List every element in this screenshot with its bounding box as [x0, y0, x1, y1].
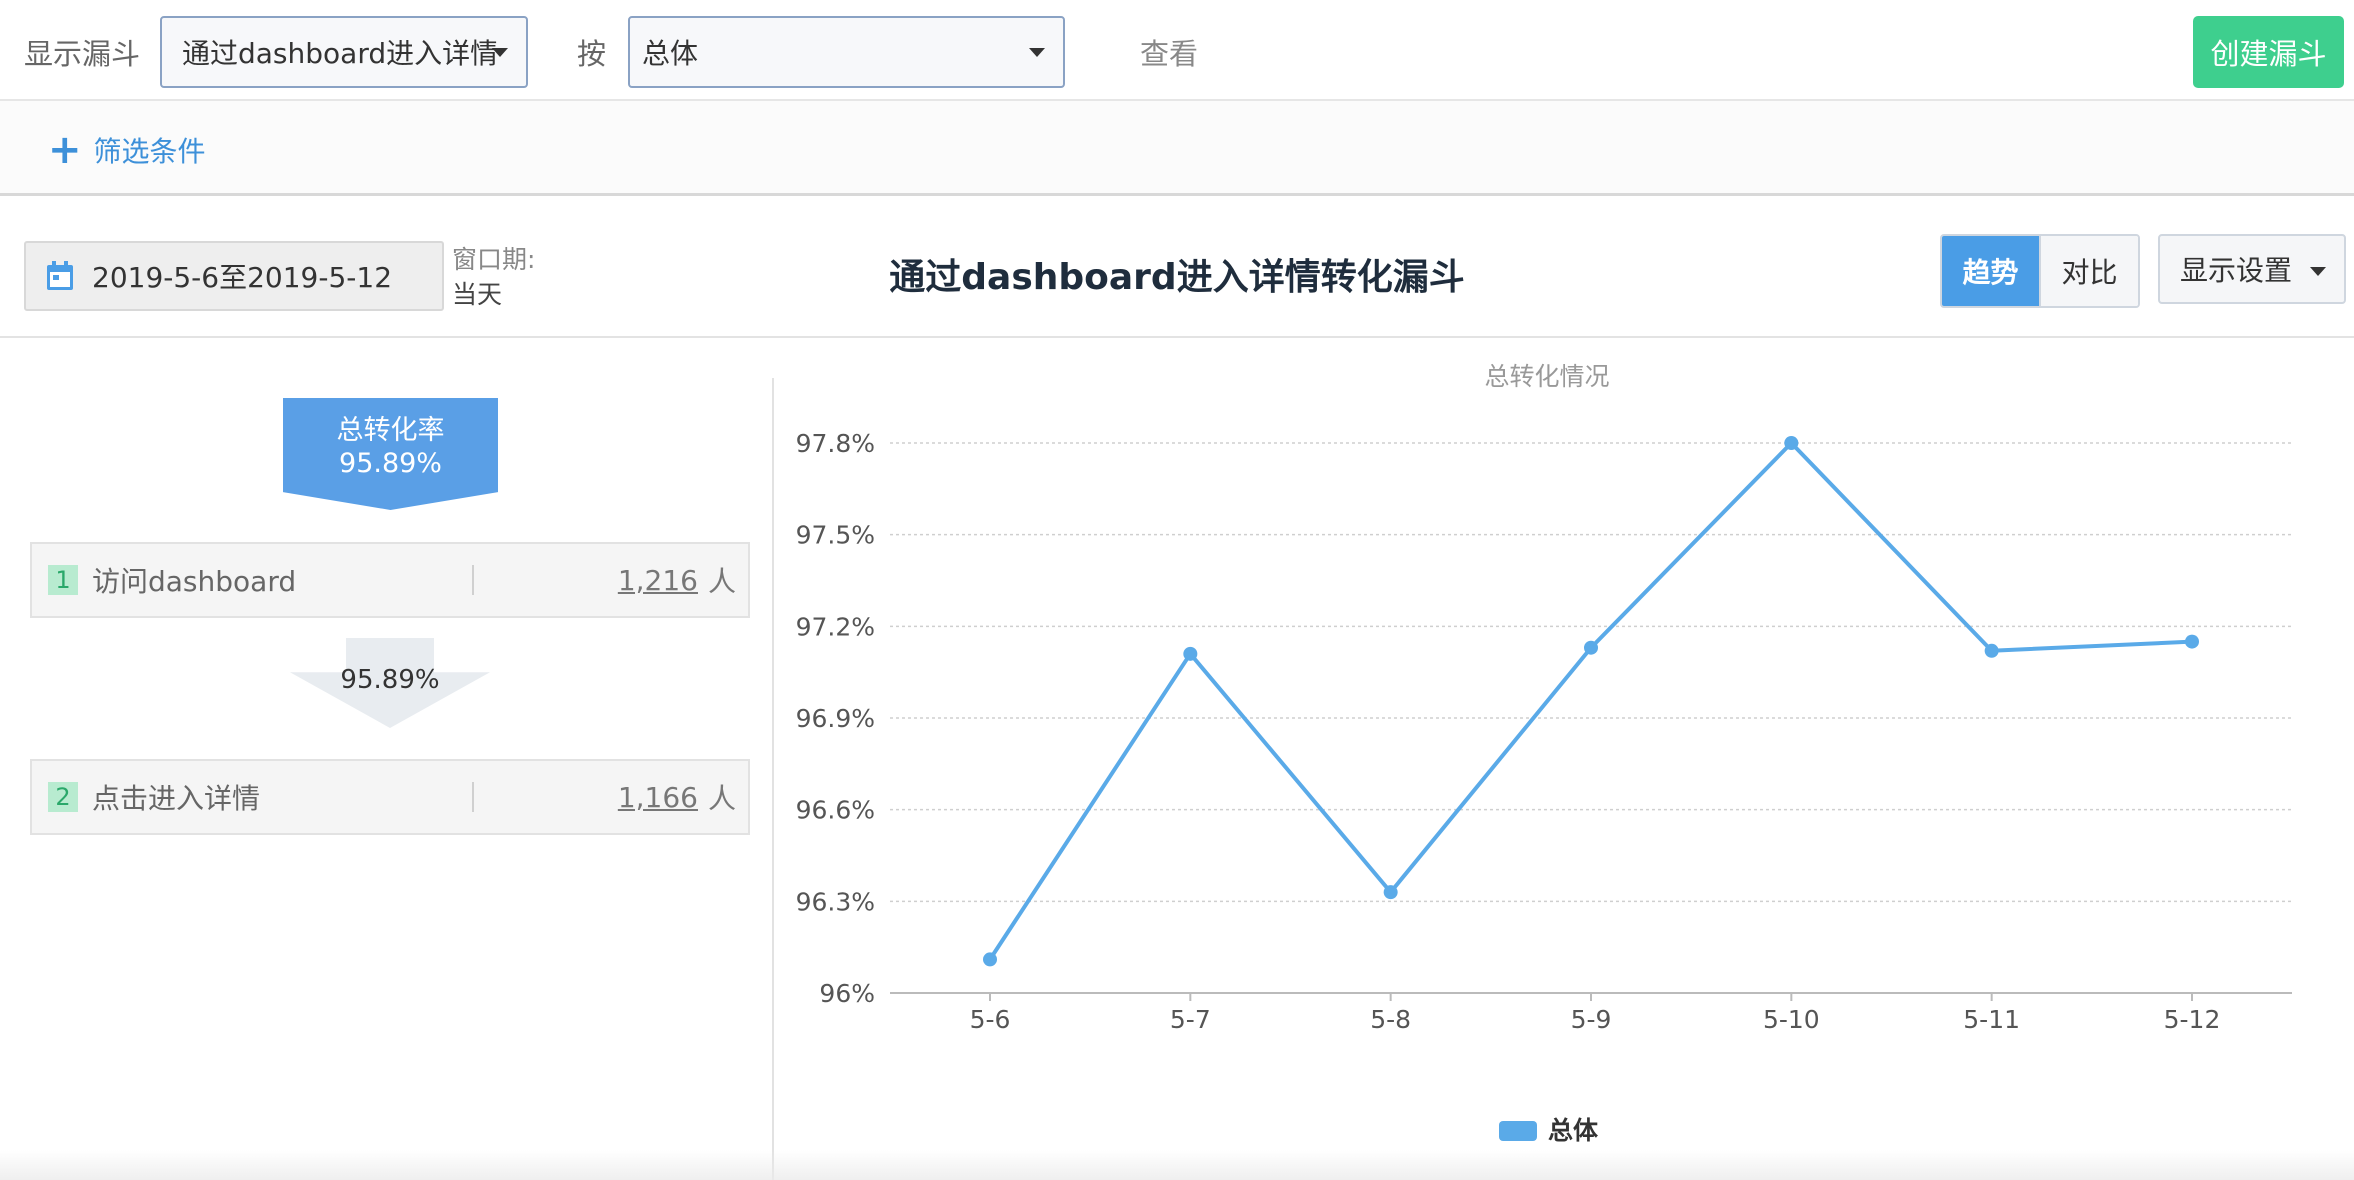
step-name: 访问dashboard: [92, 565, 297, 598]
chevron-down-icon: [1029, 48, 1045, 57]
legend-swatch: [1499, 1121, 1537, 1141]
report-toolbar: 2019-5-6至2019-5-12 窗口期: 当天 通过dashboard进入…: [0, 196, 2354, 338]
group-select-value: 总体: [642, 37, 699, 70]
data-point: [1584, 640, 1598, 655]
add-filter-label: 筛选条件: [93, 135, 206, 168]
x-tick-label: 5-6: [970, 1005, 1011, 1034]
panel-divider: [772, 378, 774, 1180]
data-point: [2185, 634, 2199, 649]
step-number: 2: [48, 782, 78, 812]
view-mode-toggle: 趋势 对比: [1940, 234, 2140, 308]
data-point: [983, 952, 997, 967]
create-funnel-button[interactable]: 创建漏斗: [2193, 16, 2344, 88]
step-rate-value: 95.89%: [340, 665, 440, 695]
y-tick-label: 96.3%: [796, 887, 875, 916]
chevron-down-icon: [2310, 267, 2326, 276]
x-tick-label: 5-12: [2164, 1005, 2221, 1034]
filter-bar: + 筛选条件: [0, 101, 2354, 196]
plus-icon: +: [48, 127, 82, 173]
funnel-step[interactable]: 2 点击进入详情 1,166 人: [30, 759, 750, 835]
view-button[interactable]: 查看: [1140, 31, 1198, 73]
y-tick-label: 96.9%: [796, 704, 875, 733]
x-tick-label: 5-7: [1170, 1005, 1211, 1034]
y-tick-label: 97.2%: [796, 612, 875, 641]
step-divider: [472, 782, 474, 812]
y-tick-label: 96%: [819, 979, 875, 1008]
funnel-step[interactable]: 1 访问dashboard 1,216 人: [30, 542, 750, 618]
group-select[interactable]: 总体: [628, 16, 1065, 88]
step-unit: 人: [707, 782, 736, 815]
legend-label: 总体: [1548, 1116, 1599, 1145]
x-tick-label: 5-8: [1370, 1005, 1411, 1034]
chevron-down-icon: [492, 48, 508, 57]
step-unit: 人: [707, 565, 736, 598]
top-bar: 显示漏斗 通过dashboard进入详情 按 总体 查看 创建漏斗: [0, 0, 2354, 101]
step-name: 点击进入详情: [92, 782, 261, 815]
data-point: [1784, 436, 1799, 450]
data-point: [1183, 646, 1198, 661]
step-number: 1: [48, 565, 78, 595]
step-count-link[interactable]: 1,166: [618, 781, 698, 814]
funnel-select[interactable]: 通过dashboard进入详情: [160, 16, 528, 88]
trend-tab[interactable]: 趋势: [1942, 236, 2039, 306]
funnel-select-value: 通过dashboard进入详情: [182, 37, 499, 70]
total-rate-value: 95.89%: [339, 448, 442, 479]
x-tick-label: 5-9: [1571, 1005, 1612, 1034]
step-count-link[interactable]: 1,216: [618, 564, 698, 597]
display-settings-dropdown[interactable]: 显示设置: [2158, 234, 2346, 304]
data-point: [1984, 643, 1999, 658]
show-funnel-label: 显示漏斗: [24, 37, 141, 71]
chart-title: 总转化情况: [1484, 362, 1609, 391]
y-tick-label: 96.6%: [796, 796, 875, 825]
y-tick-label: 97.5%: [796, 521, 875, 550]
bottom-fade: [0, 1150, 2354, 1180]
x-tick-label: 5-11: [1963, 1005, 2020, 1034]
step-divider: [472, 565, 474, 595]
compare-tab[interactable]: 对比: [2039, 236, 2138, 306]
by-label: 按: [577, 37, 607, 71]
add-filter-button[interactable]: + 筛选条件: [48, 130, 206, 170]
total-rate-label: 总转化率: [336, 415, 445, 446]
display-settings-label: 显示设置: [2180, 254, 2293, 287]
y-tick-label: 97.8%: [796, 429, 875, 458]
data-point: [1383, 885, 1398, 900]
series-line: [988, 441, 2193, 961]
total-rate-badge: 总转化率 95.89%: [283, 398, 498, 510]
x-tick-label: 5-10: [1763, 1005, 1820, 1034]
